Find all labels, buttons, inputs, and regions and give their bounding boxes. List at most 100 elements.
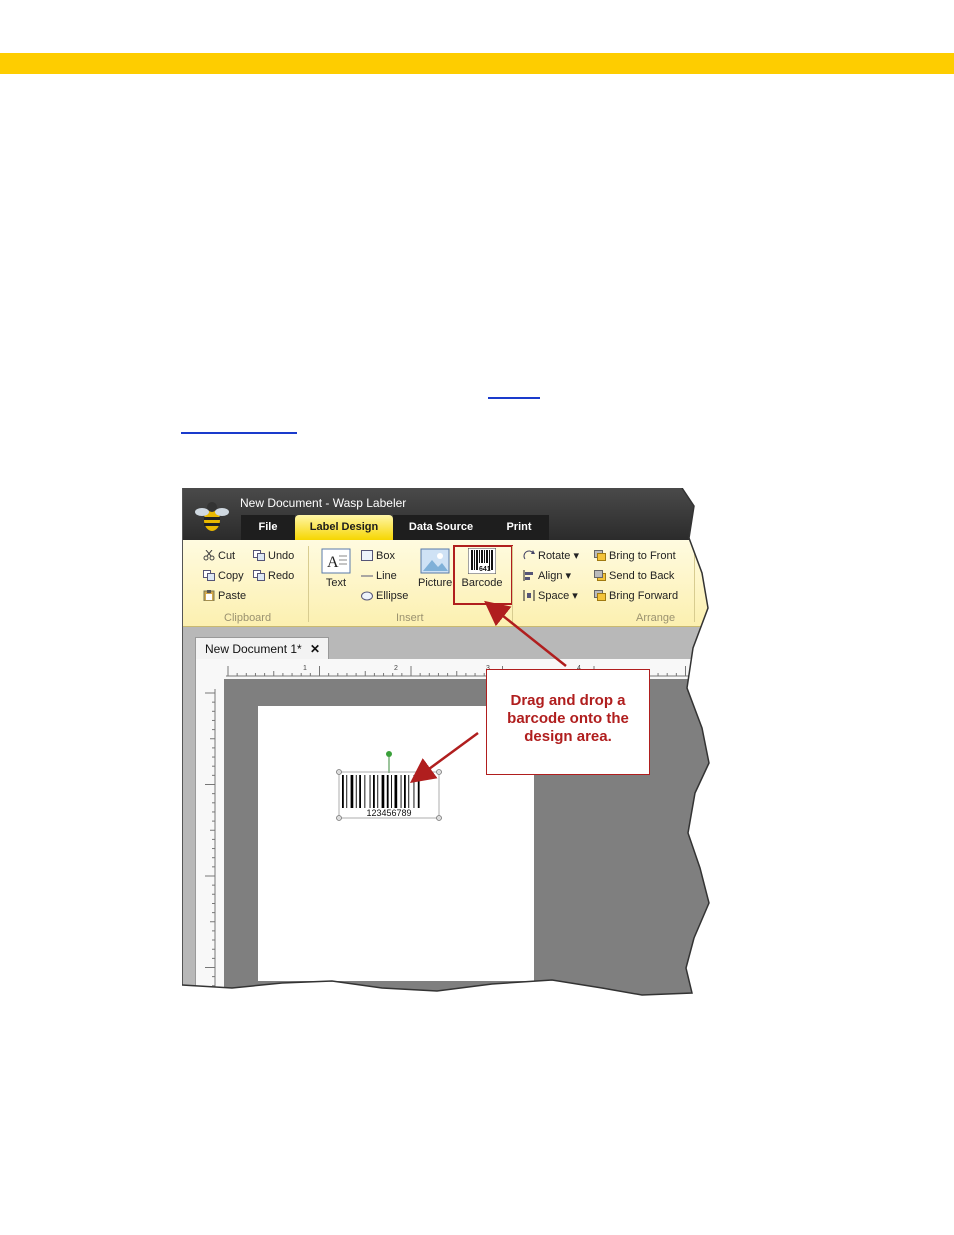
barcode-stripe (364, 775, 366, 808)
ribbon-separator (512, 546, 513, 622)
redo-label: Redo (268, 570, 295, 582)
redo-button[interactable]: Redo (253, 570, 294, 582)
resize-handle[interactable] (336, 815, 342, 821)
text-label: Text (325, 577, 347, 589)
ruler-mark: 1 (303, 665, 307, 672)
undo-button[interactable]: Undo (253, 550, 294, 562)
resize-handle[interactable] (436, 815, 442, 821)
send-to-back-button[interactable]: Send to Back (594, 570, 674, 582)
callout-line-2: barcode onto the (507, 710, 629, 727)
barcode-stripe (355, 775, 357, 808)
cut-label: Cut (218, 550, 236, 562)
callout-line-1: Drag and drop a (510, 692, 626, 709)
barcode-stripe (400, 775, 402, 808)
clipboard-group-label: Clipboard (224, 612, 272, 624)
barcode-stripe (381, 775, 385, 808)
space-label: Space (538, 590, 570, 602)
picture-label: Picture (418, 577, 453, 589)
bring-to-front-label: Bring to Front (609, 550, 676, 562)
ribbon-separator (308, 546, 309, 622)
barcode-stripe (391, 775, 392, 808)
insert-group-label: Insert (396, 612, 424, 624)
wasp-logo-icon (195, 502, 229, 531)
barcode-stripe (373, 775, 375, 808)
title-bar: New Document - Wasp Labeler File Label D… (183, 488, 709, 540)
svg-text:A: A (327, 554, 339, 571)
bring-forward-icon (594, 590, 606, 601)
picture-button[interactable]: Picture (418, 548, 452, 589)
arrange-group-label: Arrange (636, 612, 676, 624)
space-button[interactable]: Space ▾ (523, 589, 578, 602)
picture-icon (420, 548, 450, 574)
barcode-stripe (350, 775, 354, 808)
bring-forward-button[interactable]: Bring Forward (594, 590, 678, 602)
send-to-back-icon (594, 570, 606, 581)
line-button[interactable]: Line (361, 570, 397, 582)
barcode-stripe (417, 775, 420, 808)
rotate-button[interactable]: Rotate ▾ (523, 549, 579, 562)
copy-button[interactable]: Copy (203, 570, 244, 582)
send-to-back-label: Send to Back (609, 570, 675, 582)
barcode-stripe (377, 775, 379, 808)
callout-line-3: design area. (524, 728, 612, 745)
ribbon-separator (694, 546, 695, 622)
clipboard-icon (203, 590, 215, 601)
box-button[interactable]: Box (361, 550, 395, 562)
hyperlink-underline[interactable] (181, 432, 297, 434)
paste-button[interactable]: Paste (203, 590, 246, 602)
ellipse-icon (361, 591, 373, 601)
resize-handle[interactable] (336, 769, 342, 775)
close-icon[interactable]: ✕ (310, 638, 320, 660)
tab-data-source[interactable]: Data Source (393, 515, 489, 540)
barcode-stripe (386, 775, 389, 808)
text-tool-icon: A (321, 548, 351, 574)
header-accent-bar (0, 53, 954, 74)
line-icon (361, 575, 373, 577)
bring-forward-label: Bring Forward (609, 590, 679, 602)
undo-icon (253, 550, 265, 561)
tab-print[interactable]: Print (489, 515, 549, 540)
align-button[interactable]: Align ▾ (523, 569, 571, 582)
ruler-mark: 2 (394, 665, 398, 672)
barcode-stripe (394, 775, 398, 808)
redo-icon (253, 570, 265, 581)
barcode-stripe (359, 775, 361, 808)
bring-to-front-icon (594, 550, 606, 561)
tab-file[interactable]: File (241, 515, 295, 540)
barcode-object[interactable]: 123456789 (334, 750, 454, 830)
rotate-icon (523, 550, 535, 560)
align-icon (523, 570, 533, 581)
tab-label-design[interactable]: Label Design (295, 515, 393, 540)
rotate-label: Rotate (538, 550, 571, 562)
bring-to-front-button[interactable]: Bring to Front (594, 550, 676, 562)
barcode-stripe (342, 775, 344, 808)
barcode-stripe (346, 775, 348, 808)
scissors-icon (203, 550, 215, 561)
barcode-stripe (404, 775, 406, 808)
box-icon (361, 550, 373, 561)
paste-label: Paste (218, 590, 247, 602)
rotate-handle[interactable] (386, 751, 392, 757)
line-label: Line (376, 570, 397, 582)
ellipse-button[interactable]: Ellipse (361, 590, 408, 602)
cut-button[interactable]: Cut (203, 550, 235, 562)
barcode-highlight-box (453, 545, 513, 605)
document-tab[interactable]: New Document 1* ✕ (195, 637, 329, 660)
undo-label: Undo (268, 550, 295, 562)
text-button[interactable]: A Text (319, 548, 353, 589)
resize-handle[interactable] (436, 769, 442, 775)
copy-icon (203, 570, 215, 581)
align-label: Align (538, 570, 563, 582)
hyperlink-underline[interactable] (488, 397, 540, 399)
vertical-ruler (202, 689, 216, 995)
space-icon (523, 590, 535, 601)
instruction-callout: Drag and drop a barcode onto the design … (486, 669, 650, 775)
window-title: New Document - Wasp Labeler (240, 496, 407, 510)
barcode-stripe (369, 775, 371, 808)
ribbon: Cut Copy Paste Undo Redo Clipboard A Tex… (183, 540, 709, 627)
box-label: Box (376, 550, 395, 562)
document-tab-label: New Document 1* (205, 642, 302, 656)
barcode-stripe (408, 775, 410, 808)
ellipse-label: Ellipse (376, 590, 409, 602)
copy-label: Copy (218, 570, 244, 582)
